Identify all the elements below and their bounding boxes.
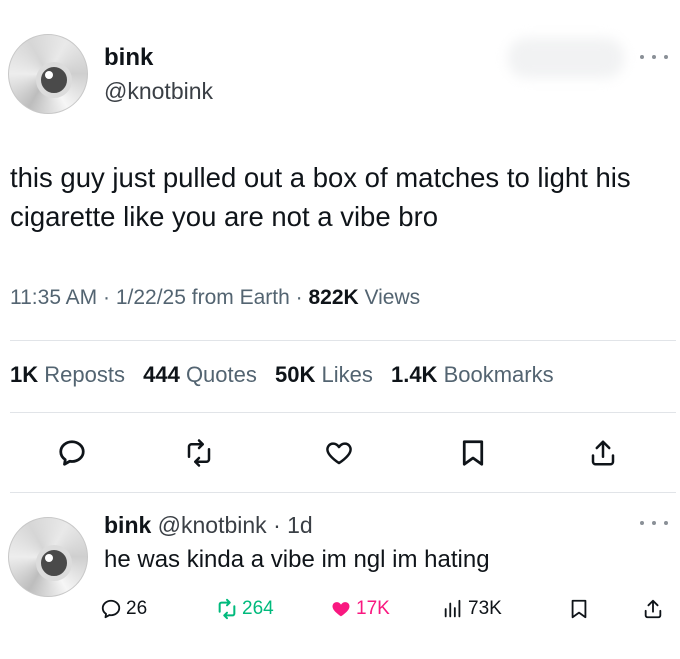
bookmark-button[interactable] — [456, 436, 490, 470]
like-icon — [326, 442, 352, 465]
reply-like-button[interactable]: 17K — [330, 594, 390, 624]
avatar[interactable] — [8, 34, 88, 114]
quotes-stat[interactable]: 444 Quotes — [143, 362, 257, 387]
tweet-text: this guy just pulled out a box of matche… — [10, 162, 631, 232]
reposts-stat[interactable]: 1K Reposts — [10, 362, 125, 387]
reply-button[interactable] — [55, 436, 89, 470]
reply-count: 26 — [126, 598, 148, 619]
repost-button[interactable] — [182, 436, 216, 470]
views-icon — [444, 599, 461, 618]
views-count: 822K — [308, 286, 359, 309]
reply-share-button[interactable] — [642, 594, 668, 624]
reply-author-handle[interactable]: @knotbink — [158, 512, 267, 538]
repost-count: 264 — [242, 598, 274, 619]
like-icon — [332, 602, 350, 617]
divider — [10, 412, 676, 413]
reply-bookmark-button[interactable] — [568, 594, 594, 624]
repost-icon — [218, 598, 236, 620]
reply-header: bink @knotbink · 1d — [104, 512, 313, 538]
like-count: 17K — [356, 598, 390, 619]
share-button[interactable] — [586, 436, 620, 470]
reply-text: he was kinda a vibe im ngl im hating — [104, 546, 490, 573]
blurred-area — [508, 38, 624, 78]
repost-icon — [187, 439, 211, 467]
like-button[interactable] — [322, 436, 356, 470]
divider — [10, 492, 676, 493]
tweet-date[interactable]: 1/22/25 — [116, 286, 186, 309]
reply-age[interactable]: 1d — [287, 512, 313, 538]
bookmarks-stat[interactable]: 1.4K Bookmarks — [391, 362, 554, 387]
bookmark-icon — [571, 599, 587, 619]
reply-icon — [59, 440, 85, 466]
views-count: 73K — [468, 598, 502, 619]
reply-repost-button[interactable]: 264 — [216, 594, 274, 624]
author-handle[interactable]: @knotbink — [104, 78, 213, 105]
likes-stat[interactable]: 50K Likes — [275, 362, 373, 387]
bookmark-icon — [462, 440, 484, 466]
tweet-source: from Earth — [191, 286, 290, 309]
tweet-time[interactable]: 11:35 AM — [10, 286, 97, 309]
author-name[interactable]: bink — [104, 44, 153, 72]
tweet-meta: 11:35 AM · 1/22/25 from Earth · 822K Vie… — [10, 286, 421, 309]
reply-reply-button[interactable]: 26 — [100, 594, 147, 624]
engagement-stats: 1K Reposts 444 Quotes 50K Likes 1.4K Boo… — [10, 362, 566, 388]
share-icon — [644, 599, 662, 619]
reply-views-button[interactable]: 73K — [442, 594, 502, 624]
more-options-icon[interactable] — [640, 52, 668, 62]
reply-avatar[interactable] — [8, 517, 88, 597]
share-icon — [591, 440, 615, 466]
views-label: Views — [364, 286, 421, 309]
reply-more-options-icon[interactable] — [640, 518, 668, 528]
reply-author-name[interactable]: bink — [104, 512, 151, 538]
divider — [10, 340, 676, 341]
reply-icon — [101, 599, 121, 619]
